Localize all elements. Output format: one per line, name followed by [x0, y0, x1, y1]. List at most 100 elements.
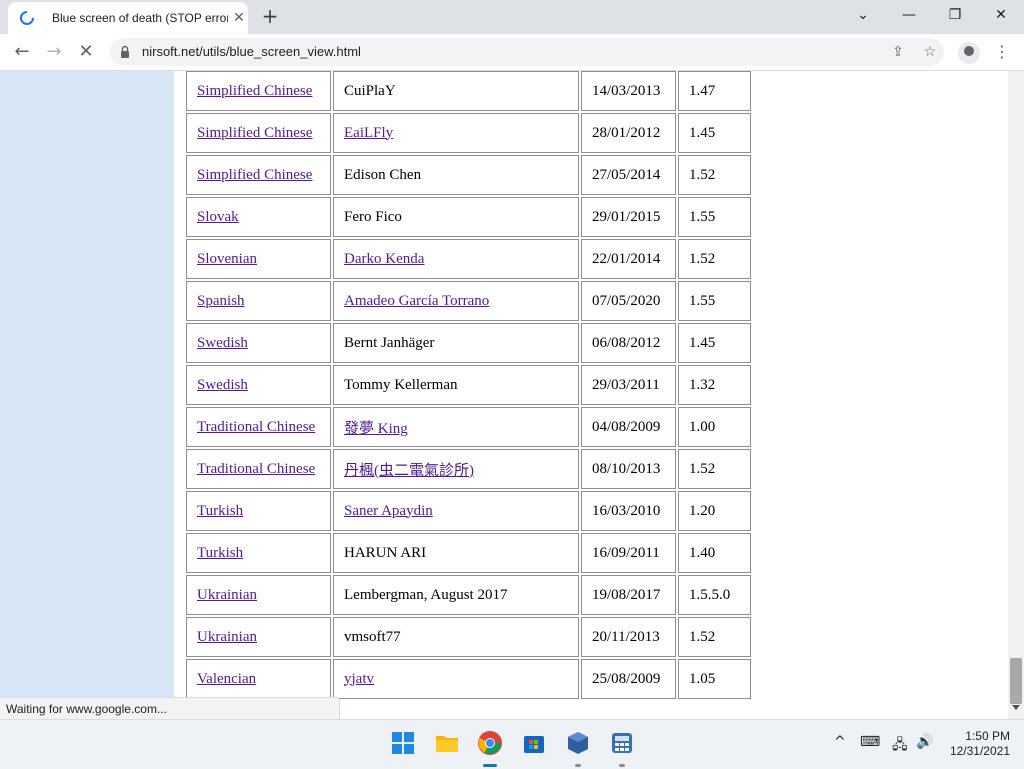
- translator-cell-text: Fero Fico: [344, 208, 402, 225]
- profile-avatar-glyph: [964, 46, 974, 56]
- date-cell-text: 14/03/2013: [592, 82, 661, 99]
- date-cell: 25/08/2009: [581, 659, 676, 699]
- translator-cell-link[interactable]: 發夢 King: [344, 421, 408, 437]
- tab-search-dropdown-icon[interactable]: ⌄: [848, 4, 878, 26]
- clock[interactable]: 1:50 PM 12/31/2021: [940, 729, 1010, 759]
- stop-loading-button[interactable]: ✕: [74, 40, 98, 64]
- translator-cell: Amadeo García Torrano: [333, 281, 579, 321]
- version-cell-text: 1.52: [689, 250, 716, 267]
- vertical-scrollbar[interactable]: [1008, 71, 1024, 719]
- restore-button[interactable]: ❐: [940, 4, 970, 26]
- language-cell: Spanish: [186, 281, 331, 321]
- language-cell: Slovenian: [186, 239, 331, 279]
- scroll-down-arrow-icon[interactable]: [1012, 705, 1020, 710]
- windows-start-icon[interactable]: [390, 730, 416, 756]
- star-icon[interactable]: ☆: [920, 42, 940, 62]
- date-cell: 29/01/2015: [581, 197, 676, 237]
- table-row: Ukrainian Lembergman, August 2017 19/08/20…: [186, 575, 751, 615]
- version-cell-text: 1.52: [689, 460, 716, 477]
- date-cell: 19/08/2017: [581, 575, 676, 615]
- language-cell-link[interactable]: Swedish: [197, 335, 248, 351]
- translator-cell-link[interactable]: EaiLFly: [344, 125, 393, 141]
- profile-icon[interactable]: [958, 42, 980, 64]
- language-cell-link[interactable]: Valencian: [197, 671, 256, 687]
- date-cell: 27/05/2014: [581, 155, 676, 195]
- date-cell-text: 16/09/2011: [592, 544, 660, 561]
- date-cell: 28/01/2012: [581, 113, 676, 153]
- date-cell: 22/01/2014: [581, 239, 676, 279]
- version-cell-text: 1.52: [689, 166, 716, 183]
- language-cell-link[interactable]: Swedish: [197, 377, 248, 393]
- browser-toolbar: ← → ✕ nirsoft.net/utils/blue_screen_view…: [0, 34, 1024, 71]
- menu-icon[interactable]: ⋮: [994, 40, 1010, 64]
- language-cell-link[interactable]: Simplified Chinese: [197, 83, 312, 99]
- date-cell: 20/11/2013: [581, 617, 676, 657]
- language-cell-link[interactable]: Turkish: [197, 545, 243, 561]
- version-cell-text: 1.55: [689, 292, 716, 309]
- version-cell-text: 1.47: [689, 82, 716, 99]
- version-cell: 1.45: [678, 113, 751, 153]
- tab-strip: Blue screen of death (STOP error ✕ + ⌄ —…: [0, 0, 1024, 34]
- translator-cell-link[interactable]: Darko Kenda: [344, 251, 424, 267]
- translator-cell-link[interactable]: Saner Apaydin: [344, 503, 433, 519]
- chrome-active-indicator: [483, 764, 497, 767]
- back-button[interactable]: ←: [10, 40, 34, 64]
- translator-cell: Darko Kenda: [333, 239, 579, 279]
- translator-cell-link[interactable]: 丹楓(虫二電氣診所): [344, 463, 474, 479]
- virtualbox-running-indicator: [575, 764, 581, 767]
- table-row: Simplified Chinese CuiPlaY 14/03/2013 1.47: [186, 71, 751, 111]
- language-cell: Slovak: [186, 197, 331, 237]
- address-bar[interactable]: nirsoft.net/utils/blue_screen_view.html …: [110, 38, 944, 66]
- tray-chevron-icon[interactable]: ^: [834, 734, 846, 750]
- new-tab-button[interactable]: +: [258, 4, 282, 28]
- date-cell-text: 04/08/2009: [592, 418, 661, 435]
- url-text[interactable]: nirsoft.net/utils/blue_screen_view.html: [142, 44, 361, 59]
- calculator-app-icon[interactable]: [609, 730, 635, 756]
- microsoft-store-icon[interactable]: [521, 730, 547, 756]
- language-cell: Simplified Chinese: [186, 113, 331, 153]
- date-cell-text: 16/03/2010: [592, 502, 661, 519]
- version-cell-text: 1.45: [689, 334, 716, 351]
- language-cell-link[interactable]: Traditional Chinese: [197, 419, 315, 435]
- language-cell-link[interactable]: Ukrainian: [197, 587, 257, 603]
- version-cell: 1.32: [678, 365, 751, 405]
- version-cell-text: 1.05: [689, 670, 716, 687]
- tab-close-icon[interactable]: ✕: [230, 9, 248, 27]
- language-cell-link[interactable]: Slovak: [197, 209, 239, 225]
- translator-cell-link[interactable]: Amadeo García Torrano: [344, 293, 489, 309]
- language-cell-link[interactable]: Simplified Chinese: [197, 125, 312, 141]
- language-cell-link[interactable]: Traditional Chinese: [197, 461, 315, 477]
- chrome-icon[interactable]: [477, 730, 503, 756]
- translator-cell-text: Bernt Janhäger: [344, 334, 435, 351]
- translator-cell-text: Tommy Kellerman: [344, 376, 458, 393]
- language-cell: Valencian: [186, 659, 331, 699]
- share-icon[interactable]: ⇪: [888, 42, 908, 62]
- language-cell-link[interactable]: Spanish: [197, 293, 245, 309]
- volume-icon[interactable]: 🔊: [916, 734, 933, 750]
- language-cell-link[interactable]: Slovenian: [197, 251, 257, 267]
- date-cell-text: 08/10/2013: [592, 460, 661, 477]
- language-cell: Traditional Chinese: [186, 407, 331, 447]
- date-cell: 16/09/2011: [581, 533, 676, 573]
- language-cell-link[interactable]: Simplified Chinese: [197, 167, 312, 183]
- translator-cell-link[interactable]: yjatv: [344, 671, 374, 687]
- translator-cell-text: vmsoft77: [344, 628, 401, 645]
- scrollbar-thumb[interactable]: [1010, 658, 1022, 704]
- minimize-button[interactable]: —: [894, 4, 924, 26]
- table-row: Simplified Chinese EaiLFly 28/01/2012 1.45: [186, 113, 751, 153]
- virtualbox-icon[interactable]: [565, 730, 591, 756]
- browser-tab[interactable]: Blue screen of death (STOP error ✕: [8, 2, 248, 34]
- keyboard-icon[interactable]: ⌨: [860, 734, 880, 750]
- forward-button[interactable]: →: [42, 40, 66, 64]
- language-cell-link[interactable]: Ukrainian: [197, 629, 257, 645]
- date-cell-text: 22/01/2014: [592, 250, 661, 267]
- file-explorer-icon[interactable]: [434, 730, 460, 756]
- clock-time: 1:50 PM: [965, 729, 1010, 743]
- lock-icon[interactable]: [120, 45, 130, 59]
- network-icon[interactable]: 🖧: [892, 734, 908, 758]
- date-cell-text: 25/08/2009: [592, 670, 661, 687]
- language-cell-link[interactable]: Turkish: [197, 503, 243, 519]
- close-window-button[interactable]: ✕: [986, 4, 1016, 26]
- clock-date: 12/31/2021: [949, 744, 1010, 758]
- date-cell-text: 29/01/2015: [592, 208, 661, 225]
